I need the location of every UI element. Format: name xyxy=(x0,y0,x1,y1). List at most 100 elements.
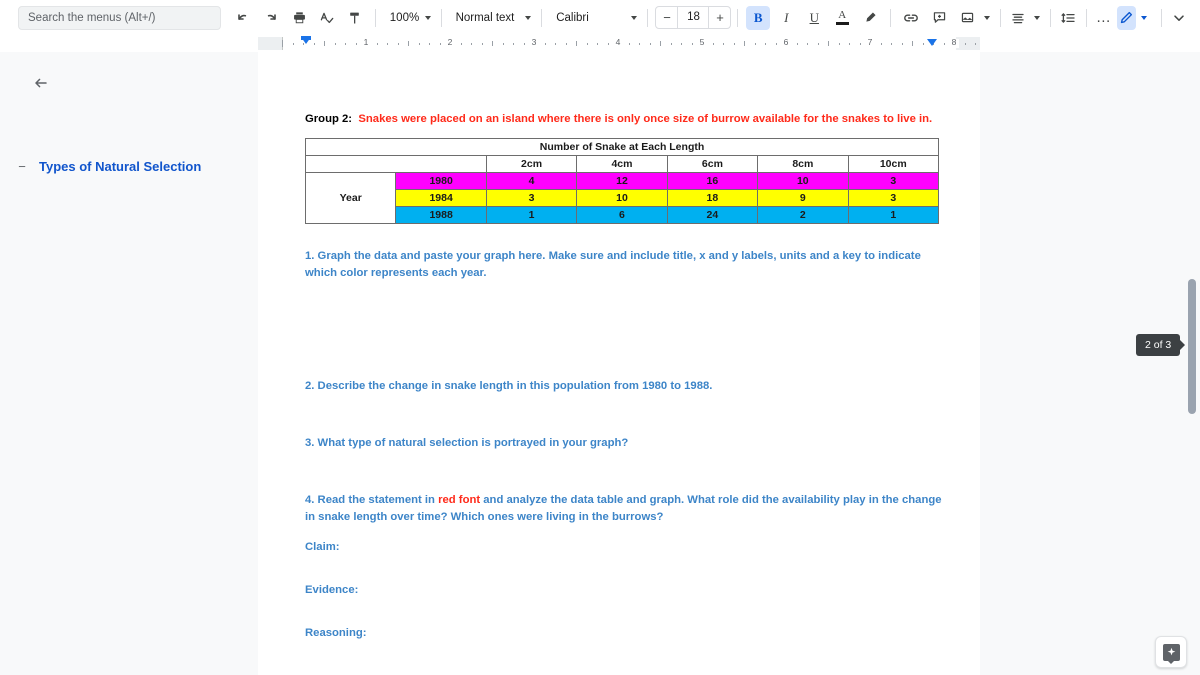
toolbar: Search the menus (Alt+/) 100% Normal tex… xyxy=(0,0,1200,35)
ruler-tick xyxy=(712,42,714,45)
ruler-tick xyxy=(429,42,430,45)
ruler-tick xyxy=(282,40,283,47)
chevron-down-icon[interactable] xyxy=(1034,15,1041,20)
text-color-button[interactable]: A xyxy=(830,6,854,30)
answer-space-2[interactable] xyxy=(305,395,945,435)
table-cell-value: 9 xyxy=(757,188,849,207)
ruler-tick xyxy=(565,42,567,45)
italic-button[interactable]: I xyxy=(774,6,798,30)
align-button[interactable] xyxy=(1009,6,1028,30)
table-row: 1988 1 6 24 2 1 xyxy=(306,205,940,224)
document-page[interactable]: Group 2: Snakes were placed on an island… xyxy=(258,52,980,675)
table-cell-year: 1988 xyxy=(395,205,487,224)
sidebar-item-types-of-natural-selection[interactable]: − Types of Natural Selection xyxy=(14,153,239,179)
gemini-assistant-button[interactable] xyxy=(1155,636,1187,668)
ruler-tick xyxy=(387,42,388,45)
ruler-tick xyxy=(922,42,924,45)
font-size-stepper[interactable]: − 18 + xyxy=(655,6,732,29)
question-4: 4. Read the statement in red font and an… xyxy=(305,492,945,526)
ruler-tick xyxy=(334,42,336,45)
highlight-color-button[interactable] xyxy=(858,6,882,30)
ruler-number: 1 xyxy=(363,37,369,47)
line-spacing-icon xyxy=(1060,10,1076,26)
reasoning-label: Reasoning: xyxy=(305,626,367,639)
page-indicator-badge: 2 of 3 xyxy=(1136,334,1186,356)
font-value: Calibri xyxy=(556,11,589,24)
ruler-tick xyxy=(859,42,861,45)
ruler-tick xyxy=(523,42,525,45)
ruler-tick xyxy=(597,42,598,45)
chevron-down-icon[interactable] xyxy=(1140,15,1147,20)
table-cell-value: 1 xyxy=(847,205,940,224)
more-options-button[interactable]: … xyxy=(1095,6,1114,30)
collapse-icon[interactable]: − xyxy=(14,160,30,173)
zoom-select[interactable]: 100% xyxy=(382,6,435,30)
ruler-tick xyxy=(670,42,672,45)
font-size-increase-button[interactable]: + xyxy=(709,7,730,28)
ruler-tick xyxy=(355,42,357,45)
undo-button[interactable] xyxy=(231,6,255,30)
question-3: 3. What type of natural selection is por… xyxy=(305,437,629,450)
search-menus-input[interactable]: Search the menus (Alt+/) xyxy=(18,5,222,30)
close-outline-button[interactable] xyxy=(28,70,54,96)
font-size-value[interactable]: 18 xyxy=(677,7,710,28)
font-size-decrease-button[interactable]: − xyxy=(656,7,677,28)
add-comment-button[interactable] xyxy=(927,6,951,30)
ruler-number: 5 xyxy=(699,37,705,47)
ruler-tick xyxy=(408,41,409,46)
ruler-tick xyxy=(733,42,735,45)
table-cell-value: 10 xyxy=(576,188,668,207)
table-column-header: 6cm xyxy=(666,154,759,173)
underline-button[interactable]: U xyxy=(802,6,826,30)
table-row: Year 1980 4 12 16 10 3 xyxy=(304,171,940,224)
table-cell-value: 4 xyxy=(485,171,578,190)
search-input-placeholder: Search the menus (Alt+/) xyxy=(28,11,156,24)
ruler-tick xyxy=(691,42,693,45)
spellcheck-button[interactable] xyxy=(315,6,339,30)
line-spacing-button[interactable] xyxy=(1059,6,1078,30)
answer-space-1[interactable] xyxy=(305,282,945,378)
ruler-tick xyxy=(849,42,850,45)
ruler[interactable]: 1 2 3 4 5 6 7 8 xyxy=(0,35,1200,52)
claim-answer-space[interactable] xyxy=(305,553,945,584)
insert-image-button[interactable] xyxy=(955,6,979,30)
paint-format-button[interactable] xyxy=(343,6,367,30)
redo-button[interactable] xyxy=(259,6,283,30)
ruler-tick xyxy=(324,41,325,46)
collapse-toolbar-button[interactable] xyxy=(1169,6,1188,30)
group-statement-text: Snakes were placed on an island where th… xyxy=(358,113,933,125)
vertical-scrollbar-thumb[interactable] xyxy=(1188,279,1196,414)
table-column-header: 10cm xyxy=(847,154,940,173)
paragraph-style-select[interactable]: Normal text xyxy=(448,6,536,30)
first-line-indent-marker[interactable] xyxy=(301,36,311,40)
table-title-row: Number of Snake at Each Length xyxy=(305,137,939,156)
ruler-tick xyxy=(481,42,483,45)
print-button[interactable] xyxy=(287,6,311,30)
ruler-tick xyxy=(292,42,294,45)
ruler-tick xyxy=(775,42,777,45)
text-color-icon: A xyxy=(835,10,849,25)
group-label: Group 2: xyxy=(305,113,353,125)
highlight-pen-icon xyxy=(863,10,878,25)
evidence-answer-space[interactable] xyxy=(305,596,945,627)
ruler-tick xyxy=(817,42,819,45)
insert-link-button[interactable] xyxy=(899,6,923,30)
ruler-tick xyxy=(807,42,808,45)
right-indent-marker[interactable] xyxy=(927,39,937,46)
paint-format-icon xyxy=(347,10,363,26)
toolbar-divider xyxy=(1000,8,1001,27)
sparkle-icon xyxy=(1162,643,1180,664)
evidence-label: Evidence: xyxy=(305,583,359,596)
ruler-track[interactable]: 1 2 3 4 5 6 7 8 xyxy=(258,35,980,52)
align-icon xyxy=(1010,10,1026,26)
table-column-header: 4cm xyxy=(576,154,668,173)
table-cell-value: 12 xyxy=(576,171,668,190)
answer-space-3[interactable] xyxy=(305,452,945,492)
ruler-number: 7 xyxy=(867,37,873,47)
toolbar-divider xyxy=(737,8,739,27)
font-select[interactable]: Calibri xyxy=(548,6,641,30)
chevron-down-icon[interactable] xyxy=(984,15,991,20)
table-cell-value: 10 xyxy=(757,171,849,190)
editing-mode-button[interactable] xyxy=(1117,5,1136,30)
bold-button[interactable]: B xyxy=(746,5,771,30)
